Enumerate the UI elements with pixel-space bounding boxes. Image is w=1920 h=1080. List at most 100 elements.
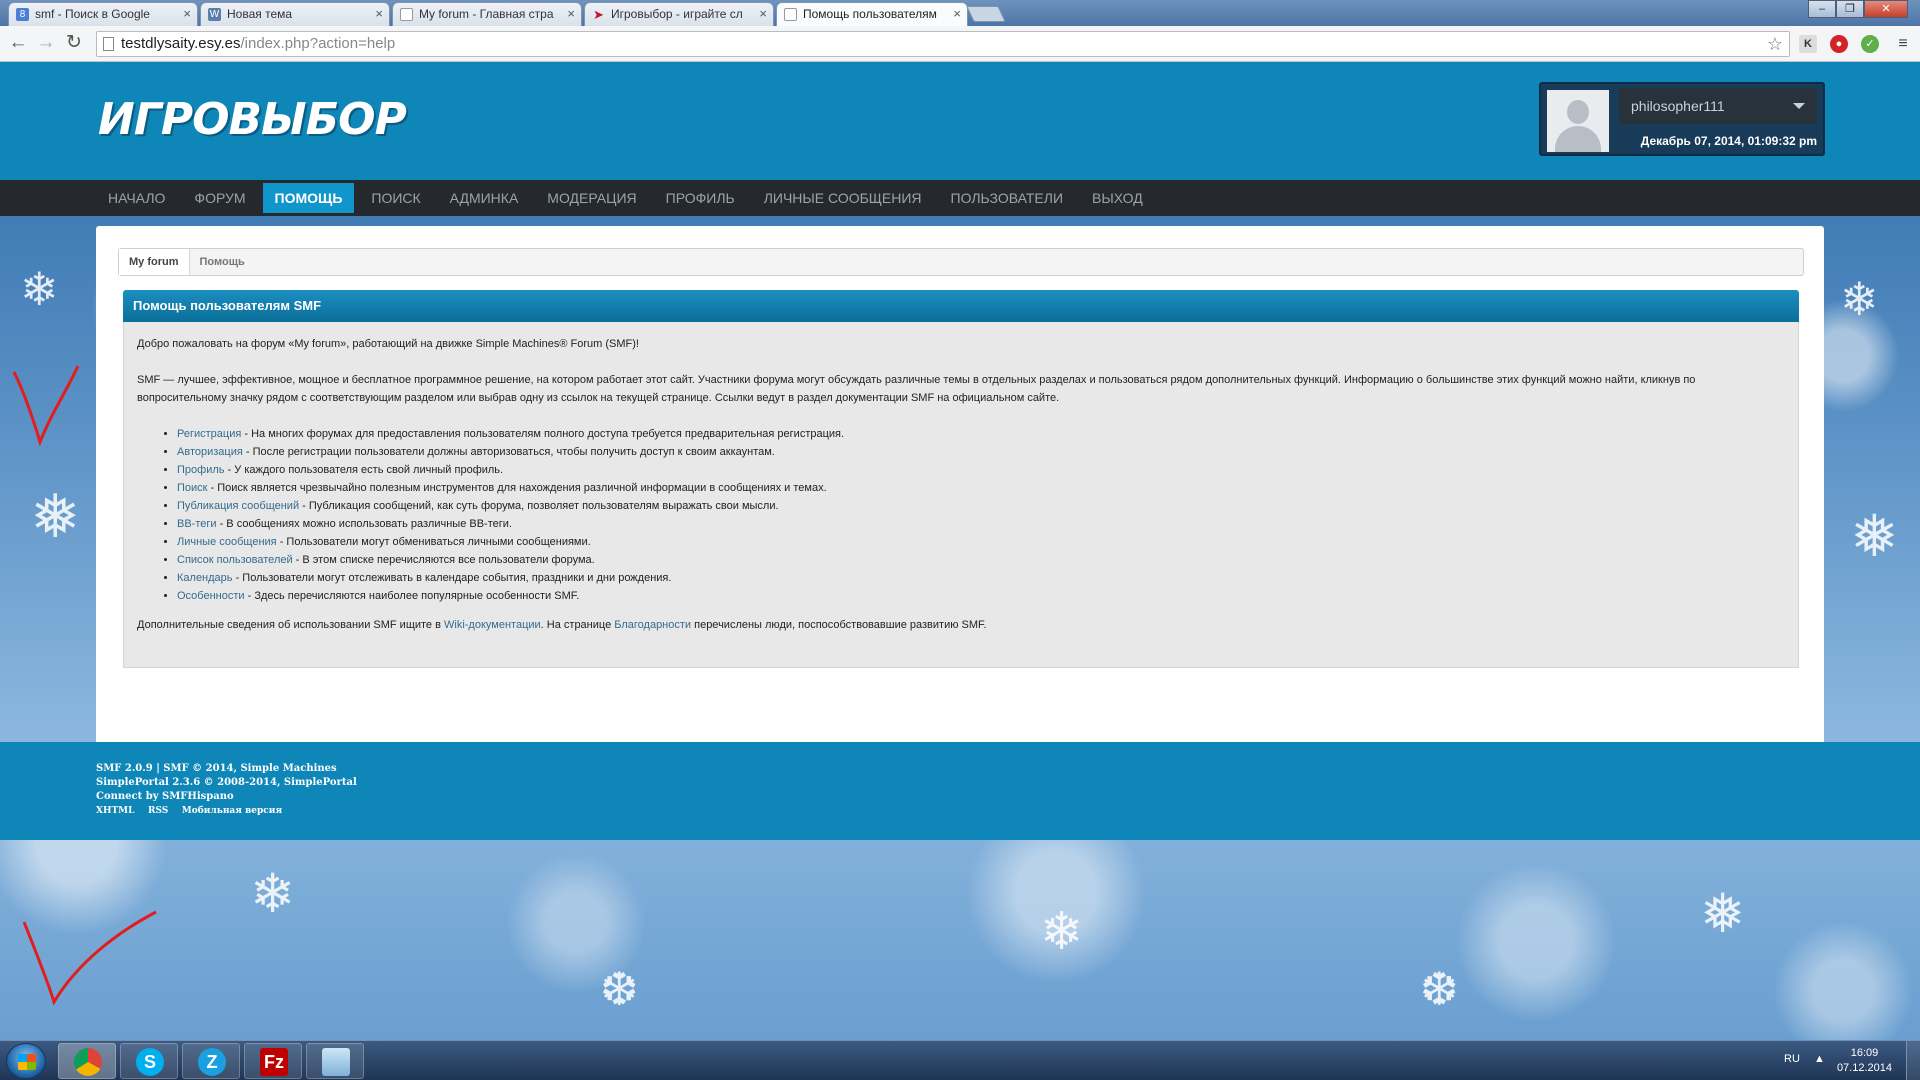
footer-connect[interactable]: Connect by SMFHispano <box>96 790 357 804</box>
nav-item-messages[interactable]: Личные сообщения <box>752 183 934 213</box>
new-tab-button[interactable] <box>966 6 1006 22</box>
snowflake-icon: ❆ <box>1420 963 1459 1015</box>
red-checkmark-drawing <box>22 910 157 1006</box>
close-window-icon[interactable]: ✕ <box>1864 0 1908 18</box>
credits-link[interactable]: Благодарности <box>614 619 691 631</box>
minimize-icon[interactable]: – <box>1808 0 1836 18</box>
chrome-icon <box>74 1048 102 1076</box>
footer-copyright-sp[interactable]: SimplePortal 2.3.6 © 2008-2014, SimplePo… <box>96 776 357 790</box>
list-item: Профиль - У каждого пользователя есть св… <box>177 461 1785 479</box>
welcome-text: Добро пожаловать на форум «My forum», ра… <box>137 338 639 350</box>
tab-label: Игровыбор - играйте сл <box>611 7 743 21</box>
menu-hamburger-icon[interactable]: ≡ <box>1894 35 1912 53</box>
nav-item-profile[interactable]: Профиль <box>654 183 747 213</box>
back-arrow-icon[interactable]: ← <box>6 32 30 56</box>
taskbar-zona[interactable]: Z <box>182 1043 240 1079</box>
intro-text: SMF — лучшее, эффективное, мощное и бесп… <box>137 374 1696 404</box>
help-item-text: - Публикация сообщений, как суть форума,… <box>299 500 779 512</box>
red-checkmark-drawing <box>12 365 80 447</box>
more-info-part: перечислены люди, поспособствовавшие раз… <box>691 619 987 631</box>
taskbar-chrome[interactable] <box>58 1043 116 1079</box>
bookmark-star-icon[interactable]: ☆ <box>1767 32 1783 56</box>
nav-item-search[interactable]: Поиск <box>359 183 432 213</box>
page-favicon-icon <box>784 8 797 21</box>
page-favicon-icon <box>400 8 413 21</box>
shield-check-icon[interactable]: ✓ <box>1861 35 1879 53</box>
nav-item-admin[interactable]: Админка <box>438 183 531 213</box>
footer-link-rss[interactable]: RSS <box>148 806 168 816</box>
system-clock[interactable]: 16:09 07.12.2014 <box>1837 1046 1892 1076</box>
snowflake-icon: ❄ <box>1040 903 1084 961</box>
help-link-profile[interactable]: Профиль <box>177 464 225 476</box>
footer-link-xhtml[interactable]: XHTML <box>96 806 134 816</box>
list-item: BB-теги - В сообщениях можно использоват… <box>177 515 1785 533</box>
list-item: Календарь - Пользователи могут отслежива… <box>177 569 1785 587</box>
tab-igrovybor[interactable]: ➤ Игровыбор - играйте сл × <box>584 2 774 26</box>
nav-item-moderation[interactable]: Модерация <box>535 183 648 213</box>
folder-icon <box>322 1048 350 1076</box>
maximize-icon[interactable]: ❐ <box>1836 0 1864 18</box>
more-info-part: Дополнительные сведения об использовании… <box>137 619 444 631</box>
site-logo[interactable]: ИГРОВЫБОР <box>98 94 407 145</box>
help-link-memberlist[interactable]: Список пользователей <box>177 554 293 566</box>
windows-taskbar: S Z Fz RU ▲ 16:09 07.12.2014 <box>0 1040 1920 1080</box>
help-link-bbcode[interactable]: BB-теги <box>177 518 217 530</box>
user-menu-button[interactable]: philosopher111 <box>1619 88 1817 124</box>
tab-new-topic[interactable]: W Новая тема × <box>200 2 390 26</box>
avatar[interactable] <box>1547 90 1609 152</box>
close-tab-icon[interactable]: × <box>567 6 575 21</box>
help-link-login[interactable]: Авторизация <box>177 446 243 458</box>
language-indicator[interactable]: RU <box>1784 1053 1800 1065</box>
nav-item-members[interactable]: Пользователи <box>939 183 1075 213</box>
help-link-registration[interactable]: Регистрация <box>177 428 241 440</box>
chevron-down-icon <box>1793 103 1805 109</box>
more-info-text: Дополнительные сведения об использовании… <box>137 616 1785 634</box>
help-link-pm[interactable]: Личные сообщения <box>177 536 277 548</box>
taskbar-filezilla[interactable]: Fz <box>244 1043 302 1079</box>
address-bar[interactable]: testdlysaity.esy.es/index.php?action=hel… <box>96 31 1790 57</box>
close-tab-icon[interactable]: × <box>375 6 383 21</box>
nav-item-home[interactable]: Начало <box>96 183 177 213</box>
reload-icon[interactable]: ↻ <box>62 32 86 56</box>
start-button[interactable] <box>6 1043 46 1079</box>
wiki-link[interactable]: Wiki-документации <box>444 619 541 631</box>
extension-k-icon[interactable]: K <box>1799 35 1817 53</box>
url-host: testdlysaity.esy.es <box>121 35 241 52</box>
close-tab-icon[interactable]: × <box>183 6 191 21</box>
footer-link-mobile[interactable]: Мобильная версия <box>182 806 282 816</box>
help-body: Добро пожаловать на форум «My forum», ра… <box>123 322 1799 668</box>
tab-my-forum[interactable]: My forum - Главная стра × <box>392 2 582 26</box>
show-desktop-button[interactable] <box>1906 1041 1920 1080</box>
tab-label: smf - Поиск в Google <box>35 7 150 21</box>
close-tab-icon[interactable]: × <box>759 6 767 21</box>
help-link-posting[interactable]: Публикация сообщений <box>177 500 299 512</box>
help-link-search[interactable]: Поиск <box>177 482 207 494</box>
nav-item-logout[interactable]: Выход <box>1080 183 1155 213</box>
tab-google-search[interactable]: 8 smf - Поиск в Google × <box>8 2 198 26</box>
close-tab-icon[interactable]: × <box>953 6 961 21</box>
main-content: My forum Помощь Помощь пользователям SMF… <box>96 226 1824 760</box>
snowflake-icon: ❅ <box>1850 504 1899 569</box>
tab-label: Помощь пользователям <box>803 7 937 21</box>
footer-text: SMF 2.0.9 | SMF © 2014, Simple Machines … <box>96 762 357 818</box>
nav-item-forum[interactable]: Форум <box>182 183 257 213</box>
taskbar-skype[interactable]: S <box>120 1043 178 1079</box>
breadcrumb-forum-link[interactable]: My forum <box>119 249 190 275</box>
main-navigation: Начало Форум Помощь Поиск Админка Модера… <box>0 180 1920 216</box>
nav-item-help[interactable]: Помощь <box>262 183 355 213</box>
footer-copyright-smf[interactable]: SMF 2.0.9 | SMF © 2014, Simple Machines <box>96 762 357 776</box>
footer-links: XHTML RSS Мобильная версия <box>96 804 357 818</box>
help-item-text: - Поиск является чрезвычайно полезным ин… <box>207 482 827 494</box>
help-link-features[interactable]: Особенности <box>177 590 245 602</box>
forward-arrow-icon[interactable]: → <box>34 32 58 56</box>
tab-help-active[interactable]: Помощь пользователям × <box>776 2 968 26</box>
taskbar-explorer[interactable] <box>306 1043 364 1079</box>
help-link-calendar[interactable]: Календарь <box>177 572 233 584</box>
snowflake-icon: ❄ <box>1840 273 1879 325</box>
browser-toolbar: ← → ↻ testdlysaity.esy.es/index.php?acti… <box>0 26 1920 62</box>
filezilla-icon: Fz <box>260 1048 288 1076</box>
adblock-icon[interactable]: ● <box>1830 35 1848 53</box>
tray-expand-icon[interactable]: ▲ <box>1814 1053 1825 1065</box>
windows-logo-icon <box>18 1054 36 1070</box>
google-favicon-icon: 8 <box>16 8 29 21</box>
